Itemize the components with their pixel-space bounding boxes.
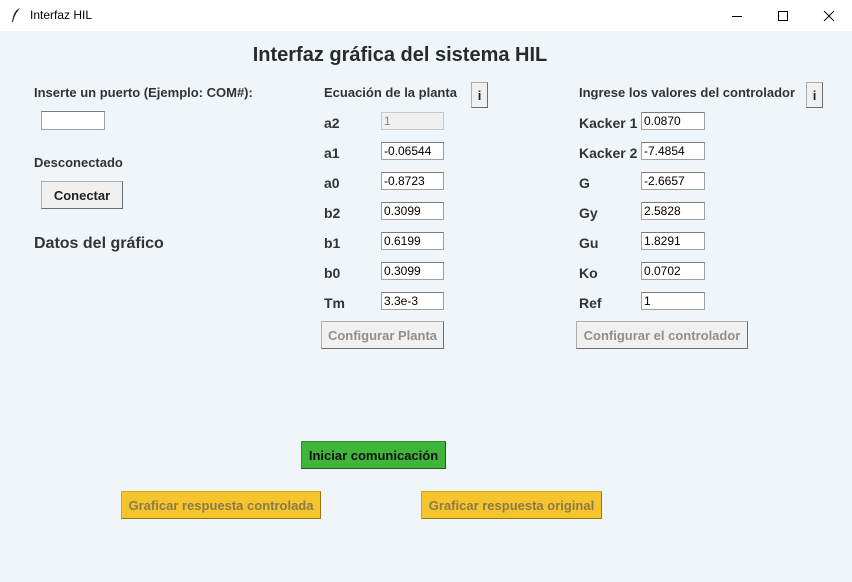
close-icon: [823, 10, 835, 21]
minimize-icon: [732, 15, 742, 17]
controller-input-ref[interactable]: [641, 292, 705, 310]
connection-status: Desconectado: [34, 155, 123, 170]
controller-info-button[interactable]: i: [806, 82, 823, 108]
controller-label-kacker2: Kacker 2: [579, 145, 638, 161]
plant-info-button[interactable]: i: [471, 82, 488, 108]
plant-label-a2: a2: [324, 115, 340, 131]
controller-input-kacker2[interactable]: [641, 142, 705, 160]
plant-input-tm[interactable]: [381, 292, 444, 310]
controller-label-kacker1: Kacker 1: [579, 115, 638, 131]
plant-label-a0: a0: [324, 175, 340, 191]
controller-label-ko: Ko: [579, 265, 598, 281]
controller-input-gy[interactable]: [641, 202, 705, 220]
port-label: Inserte un puerto (Ejemplo: COM#):: [34, 85, 253, 100]
controller-label-gu: Gu: [579, 235, 599, 251]
plot-controlled-response-button[interactable]: Graficar respuesta controlada: [121, 491, 321, 519]
configure-plant-button[interactable]: Configurar Planta: [321, 321, 444, 349]
plant-label-b0: b0: [324, 265, 341, 281]
controller-label-gy: Gy: [579, 205, 598, 221]
plot-original-response-button[interactable]: Graficar respuesta original: [421, 491, 602, 519]
page-title: Interfaz gráfica del sistema HIL: [252, 44, 548, 66]
start-communication-button[interactable]: Iniciar comunicación: [301, 441, 446, 469]
plant-label-b1: b1: [324, 235, 341, 251]
maximize-button[interactable]: [760, 0, 806, 31]
plant-input-a1[interactable]: [381, 142, 444, 160]
controller-label-ref: Ref: [579, 295, 602, 311]
plant-input-b0[interactable]: [381, 262, 444, 280]
configure-controller-button[interactable]: Configurar el controlador: [576, 321, 748, 349]
controller-section-title: Ingrese los valores del controlador: [579, 85, 796, 100]
plant-input-a2: [381, 112, 444, 130]
chart-section-label: Datos del gráfico: [34, 235, 164, 252]
plant-input-a0[interactable]: [381, 172, 444, 190]
close-button[interactable]: [806, 0, 852, 31]
controller-label-g: G: [579, 175, 590, 191]
connect-button[interactable]: Conectar: [41, 181, 123, 209]
window-title: Interfaz HIL: [30, 8, 93, 22]
feather-icon: [12, 8, 20, 22]
controller-input-ko[interactable]: [641, 262, 705, 280]
port-input[interactable]: [41, 111, 105, 130]
plant-section-title: Ecuación de la planta: [324, 85, 457, 100]
controller-input-g[interactable]: [641, 172, 705, 190]
plant-label-tm: Tm: [324, 295, 345, 311]
maximize-icon: [778, 10, 788, 21]
plant-input-b1[interactable]: [381, 232, 444, 250]
title-bar: Interfaz HIL: [0, 0, 852, 31]
controller-input-gu[interactable]: [641, 232, 705, 250]
plant-label-b2: b2: [324, 205, 341, 221]
plant-input-b2[interactable]: [381, 202, 444, 220]
controller-input-kacker1[interactable]: [641, 112, 705, 130]
minimize-button[interactable]: [714, 0, 760, 31]
plant-label-a1: a1: [324, 145, 340, 161]
